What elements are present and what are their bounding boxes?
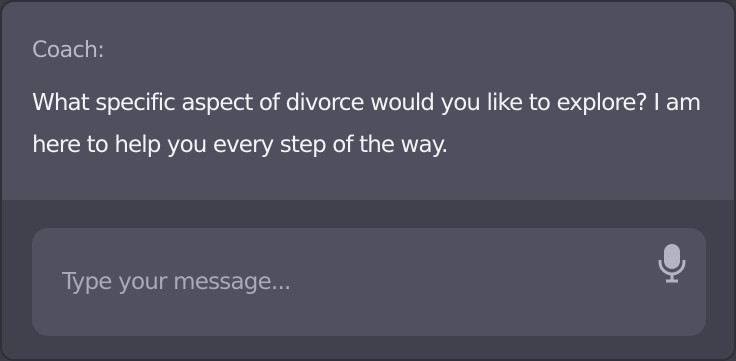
microphone-icon bbox=[658, 244, 686, 283]
speaker-label: Coach: bbox=[32, 38, 105, 63]
chat-window: Coach: What specific aspect of divorce w… bbox=[0, 0, 736, 361]
coach-message: Coach: What specific aspect of divorce w… bbox=[2, 2, 734, 200]
message-text: What specific aspect of divorce would yo… bbox=[32, 90, 701, 158]
message-input-container bbox=[32, 228, 706, 336]
microphone-button[interactable] bbox=[654, 242, 690, 284]
message-composer bbox=[2, 200, 734, 359]
message-input[interactable] bbox=[32, 228, 632, 336]
